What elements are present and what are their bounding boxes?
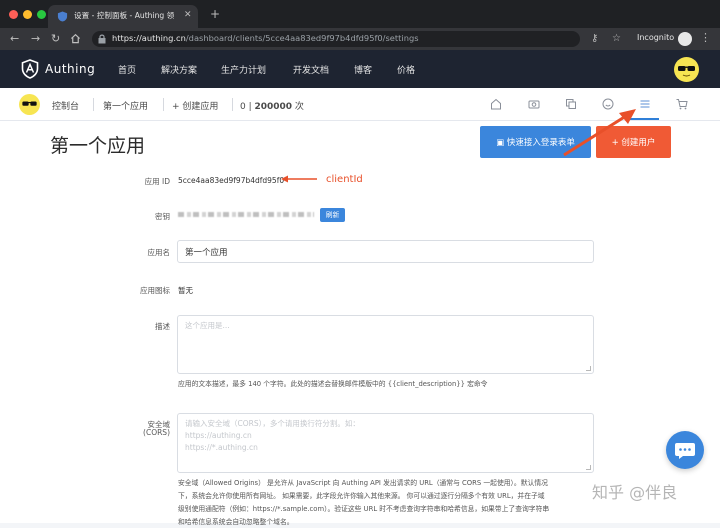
secret-label: 密钥 — [155, 212, 170, 221]
resize-handle[interactable] — [586, 366, 591, 371]
lock-icon — [98, 34, 106, 44]
divider — [93, 98, 94, 111]
browser-menu-icon[interactable]: ⋮ — [700, 31, 711, 44]
tab-close-icon[interactable]: ✕ — [184, 9, 192, 21]
logo-text[interactable]: Authing — [45, 62, 95, 76]
chat-icon — [675, 443, 695, 459]
app-icon-label: 应用图标 — [140, 286, 170, 295]
create-app-link[interactable]: + 创建应用 — [172, 99, 218, 112]
client-id-annotation: clientId — [326, 174, 363, 185]
cors-help-line-2: 下，系统会允许你使用所有网址。 如果需要，此字段允许你输入其他来源。 你可以通过… — [178, 492, 545, 500]
browser-toolbar: ← → ↻ https://authing.cn/dashboard/clien… — [0, 28, 720, 50]
browser-tab[interactable]: 设置 - 控制面板 - Authing 领先… ✕ — [48, 5, 198, 28]
nav-home[interactable]: 首页 — [118, 63, 136, 76]
chat-button[interactable] — [666, 431, 704, 469]
usage-counter: 0 | 200000 次 — [240, 99, 304, 112]
sunglasses-avatar-icon — [678, 66, 695, 77]
back-icon[interactable]: ← — [10, 32, 19, 46]
cors-help-line-4: 和哈希信息系统会自动忽略整个域名。 — [178, 518, 294, 526]
settings-list-tab-icon[interactable] — [638, 97, 652, 111]
divider — [232, 98, 233, 111]
cors-placeholder-line-1: 请输入安全域（CORS），多个请用换行符分割。如： — [185, 419, 360, 428]
quick-connect-icon: ▣ — [496, 138, 507, 148]
nav-blog[interactable]: 博客 — [354, 63, 372, 76]
cors-help-line-3: 级别使用通配符（例如：https://*.sample.com）。验证这些 UR… — [178, 505, 550, 513]
sunglasses-app-icon — [22, 101, 37, 106]
nav-pricing[interactable]: 价格 — [397, 63, 415, 76]
app-id-label: 应用 ID — [144, 177, 170, 186]
watermark: 知乎 @伴良 — [592, 483, 678, 502]
user-tab-icon[interactable] — [527, 97, 541, 111]
incognito-label: Incognito — [637, 33, 675, 42]
nav-productivity[interactable]: 生产力计划 — [221, 63, 266, 76]
bookmark-star-icon[interactable]: ☆ — [612, 32, 621, 46]
description-label: 描述 — [155, 322, 170, 331]
description-textarea[interactable]: 这个应用是... — [177, 315, 594, 374]
user-avatar[interactable] — [674, 57, 699, 82]
cors-label-sub: (CORS) — [143, 428, 170, 437]
app-id-value: 5cce4aa83ed9f97b4dfd95f0 — [178, 176, 285, 185]
description-help: 应用的文本描述，最多 140 个字符。此处的描述会替换邮件模版中的 {{clie… — [178, 380, 488, 388]
cart-tab-icon[interactable] — [675, 97, 689, 111]
authing-favicon-icon — [57, 11, 68, 22]
home-icon[interactable] — [70, 33, 81, 44]
key-icon[interactable]: ⚷ — [591, 32, 598, 46]
cors-help-line-1: 安全域（Allowed Origins） 是允许从 JavaScript 向 A… — [178, 479, 548, 487]
usage-total: 200000 — [254, 102, 293, 112]
maximize-window-button[interactable] — [37, 10, 46, 19]
app-header: Authing 首页 解决方案 生产力计划 开发文档 博客 价格 — [0, 50, 720, 88]
tab-title: 设置 - 控制面板 - Authing 领先… — [74, 11, 174, 20]
breadcrumb-app[interactable]: 第一个应用 — [103, 99, 148, 112]
secret-value-masked — [178, 212, 314, 217]
cors-placeholder-line-2: https://authing.cn — [185, 431, 252, 440]
reload-icon[interactable]: ↻ — [51, 32, 60, 46]
incognito-icon[interactable] — [678, 32, 692, 46]
usage-used: 0 | — [240, 102, 255, 112]
browser-titlebar: 设置 - 控制面板 - Authing 领先… ✕ + — [0, 0, 720, 28]
url-host: https://authing.cn — [112, 33, 186, 43]
url-path: /dashboard/clients/5cce4aa83ed9f97b4dfd9… — [185, 33, 419, 43]
new-tab-button[interactable]: + — [210, 7, 220, 21]
app-name-input[interactable]: 第一个应用 — [177, 240, 594, 263]
refresh-secret-button[interactable]: 刷新 — [320, 208, 345, 222]
app-icon-value: 暂无 — [178, 286, 193, 295]
annotation-arrow-icon — [563, 109, 636, 157]
usage-unit: 次 — [292, 102, 304, 112]
breadcrumb-console[interactable]: 控制台 — [52, 99, 79, 112]
divider — [163, 98, 164, 111]
page-title: 第一个应用 — [50, 135, 146, 157]
app-avatar[interactable] — [19, 94, 40, 115]
authing-logo-icon[interactable] — [21, 59, 39, 79]
nav-docs[interactable]: 开发文档 — [293, 63, 329, 76]
annotation-arrow-icon — [281, 175, 317, 183]
forward-icon[interactable]: → — [31, 32, 40, 46]
description-placeholder: 这个应用是... — [185, 321, 230, 330]
nav-solutions[interactable]: 解决方案 — [161, 63, 197, 76]
app-name-label: 应用名 — [147, 248, 171, 257]
minimize-window-button[interactable] — [23, 10, 32, 19]
close-window-button[interactable] — [9, 10, 18, 19]
url-text: https://authing.cn/dashboard/clients/5cc… — [112, 33, 419, 43]
cors-placeholder-line-3: https://*.authing.cn — [185, 443, 258, 452]
settings-panel: 第一个应用 ▣ 快速接入登录表单 + 创建用户 应用 ID 5cce4aa83e… — [0, 121, 720, 526]
cors-textarea[interactable]: 请输入安全域（CORS），多个请用换行符分割。如： https://authin… — [177, 413, 594, 473]
resize-handle[interactable] — [586, 465, 591, 470]
address-bar[interactable]: https://authing.cn/dashboard/clients/5cc… — [92, 31, 580, 47]
app-name-input-value: 第一个应用 — [185, 248, 228, 258]
home-tab-icon[interactable] — [489, 97, 503, 111]
